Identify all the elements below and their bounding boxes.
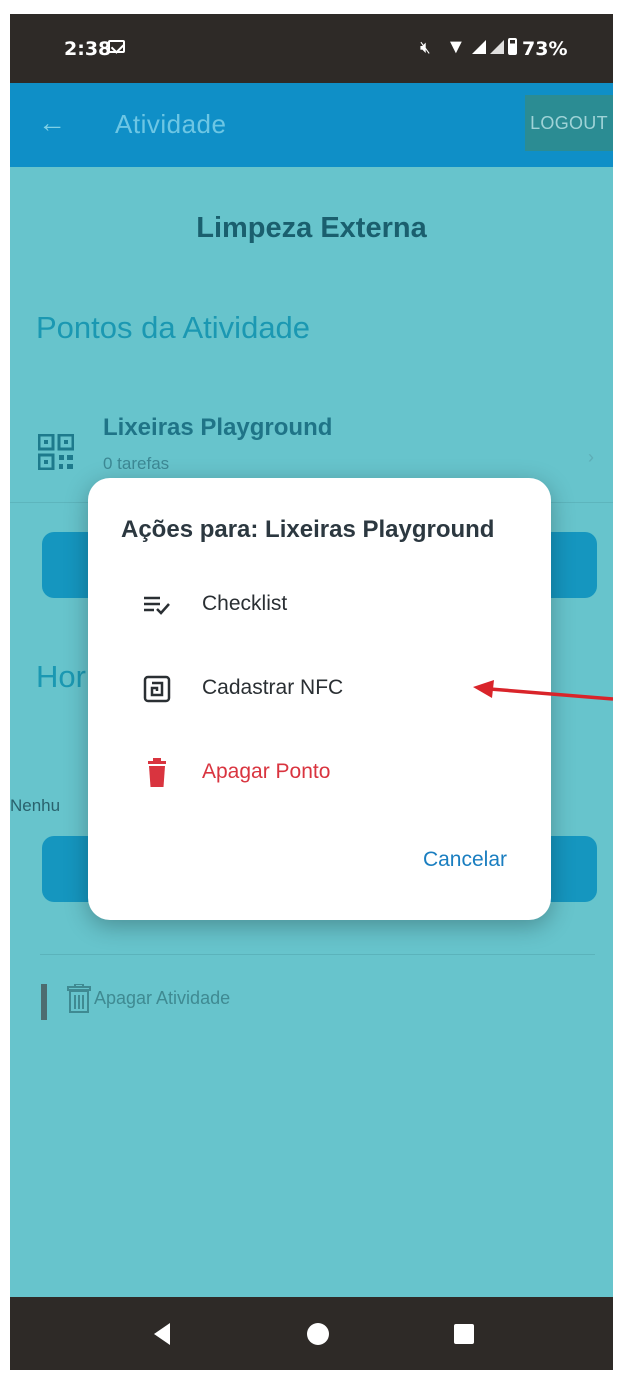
mute-icon: 🔇︎ — [420, 38, 431, 57]
nav-recents-icon[interactable] — [454, 1324, 474, 1344]
status-time: 2:38 — [64, 38, 112, 60]
mail-icon — [108, 40, 125, 53]
dialog-title: Ações para: Lixeiras Playground — [121, 516, 495, 543]
point-name[interactable]: Lixeiras Playground — [103, 414, 332, 442]
app-bar: ← Atividade LOGOUT — [10, 83, 613, 167]
back-arrow-icon[interactable]: ← — [38, 107, 66, 139]
wifi-icon: ▼ — [446, 36, 466, 58]
status-bar: 2:38 🔇︎ ▼ 73% — [10, 14, 613, 83]
nfc-icon — [143, 675, 171, 703]
checklist-action[interactable]: Checklist — [88, 576, 551, 636]
register-nfc-label: Cadastrar NFC — [202, 676, 344, 699]
no-hours-text: Nenhu — [10, 796, 61, 815]
trash-outline-icon[interactable] — [66, 984, 92, 1014]
signal-icon — [472, 40, 486, 54]
delete-activity-button[interactable]: Apagar Atividade — [94, 988, 230, 1009]
nav-home-icon[interactable] — [307, 1323, 329, 1345]
cancel-button[interactable]: Cancelar — [423, 848, 507, 872]
app-bar-title: Atividade — [115, 109, 227, 139]
points-section-title: Pontos da Atividade — [36, 310, 311, 345]
hours-section-title: Hor — [36, 659, 86, 694]
battery-icon — [508, 38, 517, 55]
chevron-right-icon: › — [588, 447, 594, 467]
delete-point-action[interactable]: Apagar Ponto — [88, 744, 551, 804]
annotation-arrow — [473, 680, 613, 701]
signal-icon-secondary — [490, 40, 504, 54]
battery-percent: 73% — [522, 38, 568, 60]
point-task-count: 0 tarefas — [103, 454, 170, 473]
delete-point-label: Apagar Ponto — [202, 760, 331, 783]
activity-title: Limpeza Externa — [196, 212, 427, 244]
logout-button[interactable]: LOGOUT — [525, 95, 613, 151]
nav-back-icon[interactable] — [154, 1323, 170, 1345]
trash-icon — [148, 758, 166, 787]
divider — [40, 954, 595, 955]
delete-indicator-bar — [41, 984, 47, 1020]
checklist-icon — [144, 596, 170, 615]
checklist-label: Checklist — [202, 592, 288, 615]
navigation-bar — [10, 1297, 613, 1370]
phone-screen: 2:38 🔇︎ ▼ 73% ← Atividade LOGOUT Limpeza… — [10, 14, 613, 1370]
qr-code-icon — [38, 434, 74, 470]
